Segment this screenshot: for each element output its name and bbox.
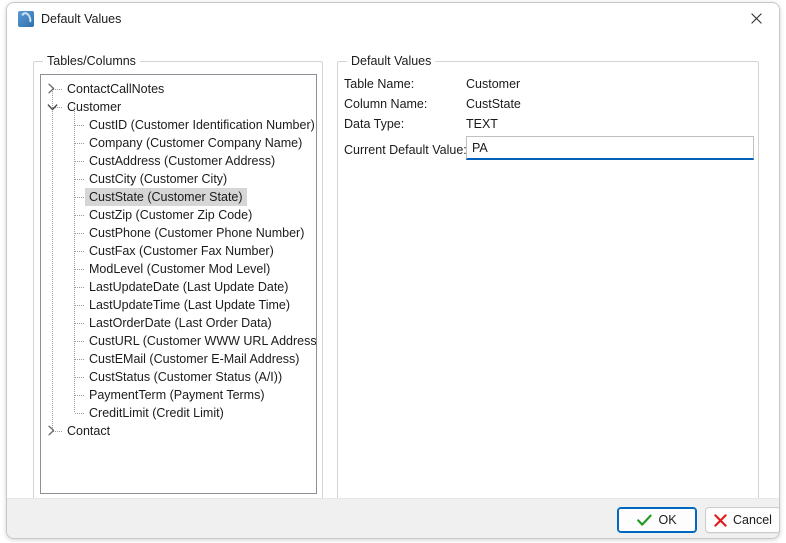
title-bar: Default Values bbox=[7, 3, 779, 35]
data-type-label: Data Type: bbox=[344, 117, 405, 131]
tree-item[interactable]: CreditLimit (Credit Limit) bbox=[41, 404, 316, 422]
current-default-value-input[interactable] bbox=[467, 137, 753, 158]
tree-item[interactable]: CustAddress (Customer Address) bbox=[41, 152, 316, 170]
column-name-value: CustState bbox=[466, 97, 521, 111]
tree-item[interactable]: Contact bbox=[41, 422, 316, 440]
tree-item-label: CreditLimit (Credit Limit) bbox=[89, 406, 224, 420]
data-type-value: TEXT bbox=[466, 117, 498, 131]
tree-item[interactable]: LastOrderDate (Last Order Data) bbox=[41, 314, 316, 332]
tree-item-label: CustEMail (Customer E-Mail Address) bbox=[89, 352, 300, 366]
chevron-down-icon[interactable] bbox=[47, 103, 59, 115]
tree-item-label: CustStatus (Customer Status (A/I)) bbox=[89, 370, 283, 384]
tree-item-label: Contact bbox=[67, 424, 111, 438]
current-default-value-label: Current Default Value: bbox=[344, 143, 467, 157]
tree-item-label: CustID (Customer Identification Number) bbox=[89, 118, 315, 132]
tree-item-label: LastUpdateDate (Last Update Date) bbox=[89, 280, 289, 294]
tables-columns-group-label: Tables/Columns bbox=[43, 54, 140, 68]
column-name-label: Column Name: bbox=[344, 97, 428, 111]
cancel-button-label: Cancel bbox=[733, 513, 772, 527]
tables-columns-tree[interactable]: ContactCallNotes Customer CustID (Customer… bbox=[40, 74, 317, 494]
tree-item[interactable]: CustCity (Customer City) bbox=[41, 170, 316, 188]
tree-item-label: LastUpdateTime (Last Update Time) bbox=[89, 298, 291, 312]
tree-item[interactable]: CustEMail (Customer E-Mail Address) bbox=[41, 350, 316, 368]
tree-item[interactable]: PaymentTerm (Payment Terms) bbox=[41, 386, 316, 404]
tree-item-label: LastOrderDate (Last Order Data) bbox=[89, 316, 272, 330]
tree-item[interactable]: CustURL (Customer WWW URL Address) bbox=[41, 332, 316, 350]
red-x-icon bbox=[714, 513, 727, 527]
chevron-right-icon[interactable] bbox=[47, 425, 59, 437]
tables-columns-group: Tables/Columns ContactCallNotes Customer C… bbox=[33, 54, 323, 501]
tree-item-label: CustPhone (Customer Phone Number) bbox=[89, 226, 305, 240]
tree-item[interactable]: CustID (Customer Identification Number) bbox=[41, 116, 316, 134]
green-check-icon bbox=[637, 514, 653, 527]
default-values-group-label: Default Values bbox=[347, 54, 436, 68]
ok-button[interactable]: OK bbox=[617, 507, 697, 533]
tree-item[interactable]: LastUpdateTime (Last Update Time) bbox=[41, 296, 316, 314]
tree-item-label: CustZip (Customer Zip Code) bbox=[89, 208, 253, 222]
dialog-window: Default Values Tables/Columns ContactCal… bbox=[6, 2, 780, 539]
table-name-label: Table Name: bbox=[344, 77, 415, 91]
default-values-group: Default Values Table Name: Customer Colu… bbox=[337, 54, 759, 501]
tree-item-label: CustFax (Customer Fax Number) bbox=[89, 244, 274, 258]
tree-item-selected[interactable]: CustState (Customer State) bbox=[41, 188, 316, 206]
tree-item[interactable]: CustFax (Customer Fax Number) bbox=[41, 242, 316, 260]
tree-item-label: CustURL (Customer WWW URL Address) bbox=[89, 334, 317, 348]
database-swirl-icon bbox=[18, 11, 34, 27]
tree-item-label: Customer bbox=[67, 100, 122, 114]
tree-item[interactable]: ModLevel (Customer Mod Level) bbox=[41, 260, 316, 278]
tree-item-label: ModLevel (Customer Mod Level) bbox=[89, 262, 271, 276]
tree-item[interactable]: Customer bbox=[41, 98, 316, 116]
tree-item[interactable]: Company (Customer Company Name) bbox=[41, 134, 316, 152]
tree-item-label: CustAddress (Customer Address) bbox=[89, 154, 276, 168]
tree-item-label: CustCity (Customer City) bbox=[89, 172, 228, 186]
dialog-body: Tables/Columns ContactCallNotes Customer C… bbox=[7, 35, 779, 501]
tree-item-label: Company (Customer Company Name) bbox=[89, 136, 303, 150]
tree-item[interactable]: CustZip (Customer Zip Code) bbox=[41, 206, 316, 224]
ok-button-label: OK bbox=[658, 513, 677, 527]
table-name-value: Customer bbox=[466, 77, 521, 91]
dialog-footer: OK Cancel bbox=[7, 498, 779, 538]
tree-item[interactable]: CustPhone (Customer Phone Number) bbox=[41, 224, 316, 242]
tree-item[interactable]: ContactCallNotes bbox=[41, 80, 316, 98]
tree-item-label: ContactCallNotes bbox=[67, 82, 165, 96]
tree-item-label: PaymentTerm (Payment Terms) bbox=[89, 388, 265, 402]
current-default-value-field[interactable] bbox=[466, 136, 754, 160]
tree-item[interactable]: CustStatus (Customer Status (A/I)) bbox=[41, 368, 316, 386]
tree-item[interactable]: LastUpdateDate (Last Update Date) bbox=[41, 278, 316, 296]
close-icon[interactable] bbox=[733, 3, 779, 34]
chevron-right-icon[interactable] bbox=[47, 83, 59, 95]
window-title: Default Values bbox=[41, 12, 122, 26]
tree-item-label: CustState (Customer State) bbox=[85, 188, 247, 206]
cancel-button[interactable]: Cancel bbox=[705, 507, 779, 533]
